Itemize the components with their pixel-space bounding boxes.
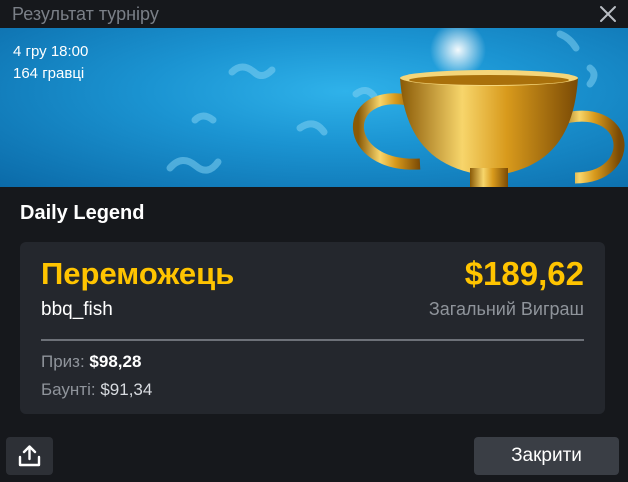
close-icon[interactable] (598, 4, 618, 24)
prize-label: Приз: (41, 352, 90, 371)
bounty-label: Баунті: (41, 380, 101, 399)
divider (41, 339, 584, 341)
result-card: Переможець bbq_fish $189,62 Загальний Ви… (20, 242, 605, 414)
share-button[interactable] (6, 437, 53, 475)
total-winnings-label: Загальний Виграш (428, 299, 584, 319)
tournament-date: 4 гру 18:00 (13, 43, 89, 60)
tournament-info: 4 гру 18:00 164 гравці (13, 41, 88, 85)
dialog-title: Результат турніру (12, 4, 159, 24)
dialog-titlebar: Результат турніру (0, 0, 628, 28)
tournament-players: 164 гравці (13, 65, 85, 82)
prize-row: Приз: $98,28 (41, 352, 141, 372)
share-icon (18, 445, 41, 467)
winner-label: Переможець (41, 256, 235, 291)
bounty-row: Баунті: $91,34 (41, 380, 152, 400)
close-button[interactable]: Закрити (474, 437, 619, 475)
winner-name: bbq_fish (41, 299, 113, 320)
total-winnings-amount: $189,62 (464, 255, 584, 292)
bounty-value: $91,34 (100, 380, 153, 399)
tournament-banner: 4 гру 18:00 164 гравці (0, 28, 628, 187)
tournament-name: Daily Legend (20, 202, 145, 224)
prize-value: $98,28 (89, 352, 142, 371)
trophy-icon (166, 28, 625, 187)
tournament-result-dialog: Результат турніру 4 гру 18:00 164 гравці… (0, 0, 628, 482)
